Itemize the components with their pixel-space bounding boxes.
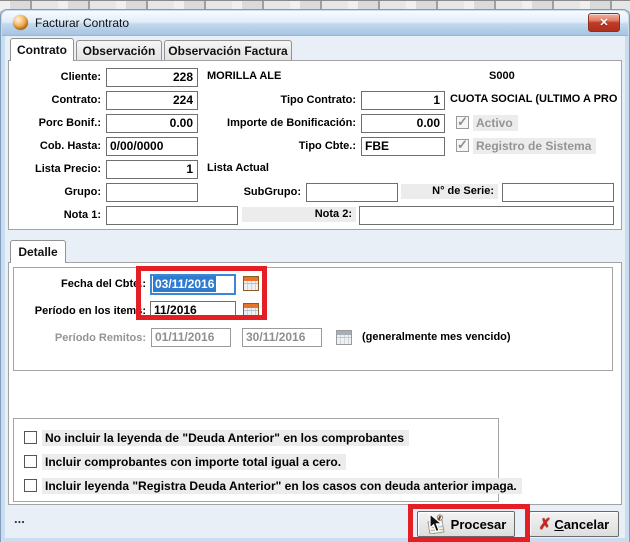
porc-bonif-input[interactable]: 0.00 xyxy=(106,114,198,133)
tab-observacion[interactable]: Observación xyxy=(76,40,162,61)
cancelar-button[interactable]: ✗ Cancelar xyxy=(529,511,619,537)
screenshot-root: Facturar Contrato ✕ Contrato Observación… xyxy=(0,0,630,542)
nota1-label: Nota 1: xyxy=(11,208,101,223)
lista-precio-input[interactable]: 1 xyxy=(106,160,198,179)
cancelar-label: Cancelar xyxy=(554,517,609,532)
activo-checkbox: ✓ xyxy=(456,116,469,129)
activo-label: Activo xyxy=(473,115,518,131)
nota2-label: Nota 2: xyxy=(242,207,356,222)
detalle-tab-page: Fecha del Cbte.: 03/11/2016 Período en l… xyxy=(8,262,622,505)
contrato-label: Contrato: xyxy=(11,93,101,108)
tipo-contrato-input[interactable]: 1 xyxy=(361,91,445,110)
annotation-rect-dates xyxy=(136,266,267,320)
close-icon: ✕ xyxy=(599,17,608,29)
cliente-codigo: S000 xyxy=(489,70,515,82)
close-button[interactable]: ✕ xyxy=(588,13,620,32)
fechas-groupbox: Fecha del Cbte.: 03/11/2016 Período en l… xyxy=(13,267,613,371)
tipo-contrato-label: Tipo Contrato: xyxy=(199,93,356,108)
calendar-icon-periodo-remitos xyxy=(336,330,352,345)
cliente-input[interactable]: 228 xyxy=(106,68,198,87)
nota2-input[interactable] xyxy=(359,206,614,225)
checkbox-incluir-importe-cero[interactable] xyxy=(24,455,37,468)
checkbox-incluir-leyenda-registra-label: Incluir leyenda "Registra Deuda Anterior… xyxy=(42,478,522,494)
cob-hasta-label: Cob. Hasta: xyxy=(11,139,101,154)
grupo-input[interactable] xyxy=(106,183,198,202)
grupo-label: Grupo: xyxy=(11,185,101,200)
opciones-groupbox: No incluir la leyenda de "Deuda Anterior… xyxy=(13,418,499,502)
tipo-cbte-label: Tipo Cbte.: xyxy=(199,139,356,154)
subgrupo-input[interactable] xyxy=(306,183,398,202)
contrato-tab-page: Cliente: 228 MORILLA ALE S000 Contrato: … xyxy=(8,60,622,230)
periodo-remitos-hint: (generalmente mes vencido) xyxy=(362,331,511,343)
window-title: Facturar Contrato xyxy=(35,16,129,30)
footer-dots: ... xyxy=(14,511,25,526)
periodo-remitos-label: Período Remitos: xyxy=(16,331,146,346)
tipo-contrato-desc: CUOTA SOCIAL (ULTIMO A PRO xyxy=(450,93,620,105)
importe-bonif-label: Importe de Bonificación: xyxy=(199,116,356,131)
contrato-input[interactable]: 224 xyxy=(106,91,198,110)
registro-sistema-label: Registro de Sistema xyxy=(473,138,596,154)
checkbox-incluir-leyenda-registra[interactable] xyxy=(24,479,37,492)
tab-contrato[interactable]: Contrato xyxy=(10,38,74,61)
checkbox-no-incluir-leyenda[interactable] xyxy=(24,431,37,444)
cancel-x-icon: ✗ xyxy=(539,517,552,532)
tab-detalle[interactable]: Detalle xyxy=(10,240,66,263)
subgrupo-label: SubGrupo: xyxy=(199,185,301,200)
annotation-rect-procesar xyxy=(408,504,530,542)
cliente-label: Cliente: xyxy=(11,70,101,85)
periodo-remitos-hasta-input: 30/11/2016 xyxy=(242,328,322,347)
titlebar[interactable]: Facturar Contrato ✕ xyxy=(2,11,628,36)
checkbox-incluir-importe-cero-label: Incluir comprobantes con importe total i… xyxy=(42,454,346,470)
tipo-cbte-input[interactable]: FBE xyxy=(361,137,445,156)
lista-actual-text: Lista Actual xyxy=(207,162,269,174)
nota1-input[interactable] xyxy=(106,206,238,225)
serie-input[interactable] xyxy=(502,183,614,202)
cob-hasta-input[interactable]: 0/00/0000 xyxy=(106,137,198,156)
importe-bonif-input[interactable]: 0.00 xyxy=(361,114,445,133)
app-icon xyxy=(13,15,28,30)
serie-label: N° de Serie: xyxy=(401,184,498,199)
check-icon: ✓ xyxy=(457,114,468,130)
registro-sistema-checkbox: ✓ xyxy=(456,139,469,152)
porc-bonif-label: Porc Bonif.: xyxy=(11,116,101,131)
check-icon: ✓ xyxy=(457,137,468,153)
lista-precio-label: Lista Precio: xyxy=(11,162,101,177)
periodo-items-label: Período en los items: xyxy=(16,304,146,319)
checkbox-no-incluir-leyenda-label: No incluir la leyenda de "Deuda Anterior… xyxy=(42,430,409,446)
fecha-cbte-label: Fecha del Cbte.: xyxy=(16,277,146,292)
periodo-remitos-desde-input: 01/11/2016 xyxy=(151,328,231,347)
cliente-nombre: MORILLA ALE xyxy=(207,70,281,82)
tab-observacion-factura[interactable]: Observación Factura xyxy=(164,40,292,61)
